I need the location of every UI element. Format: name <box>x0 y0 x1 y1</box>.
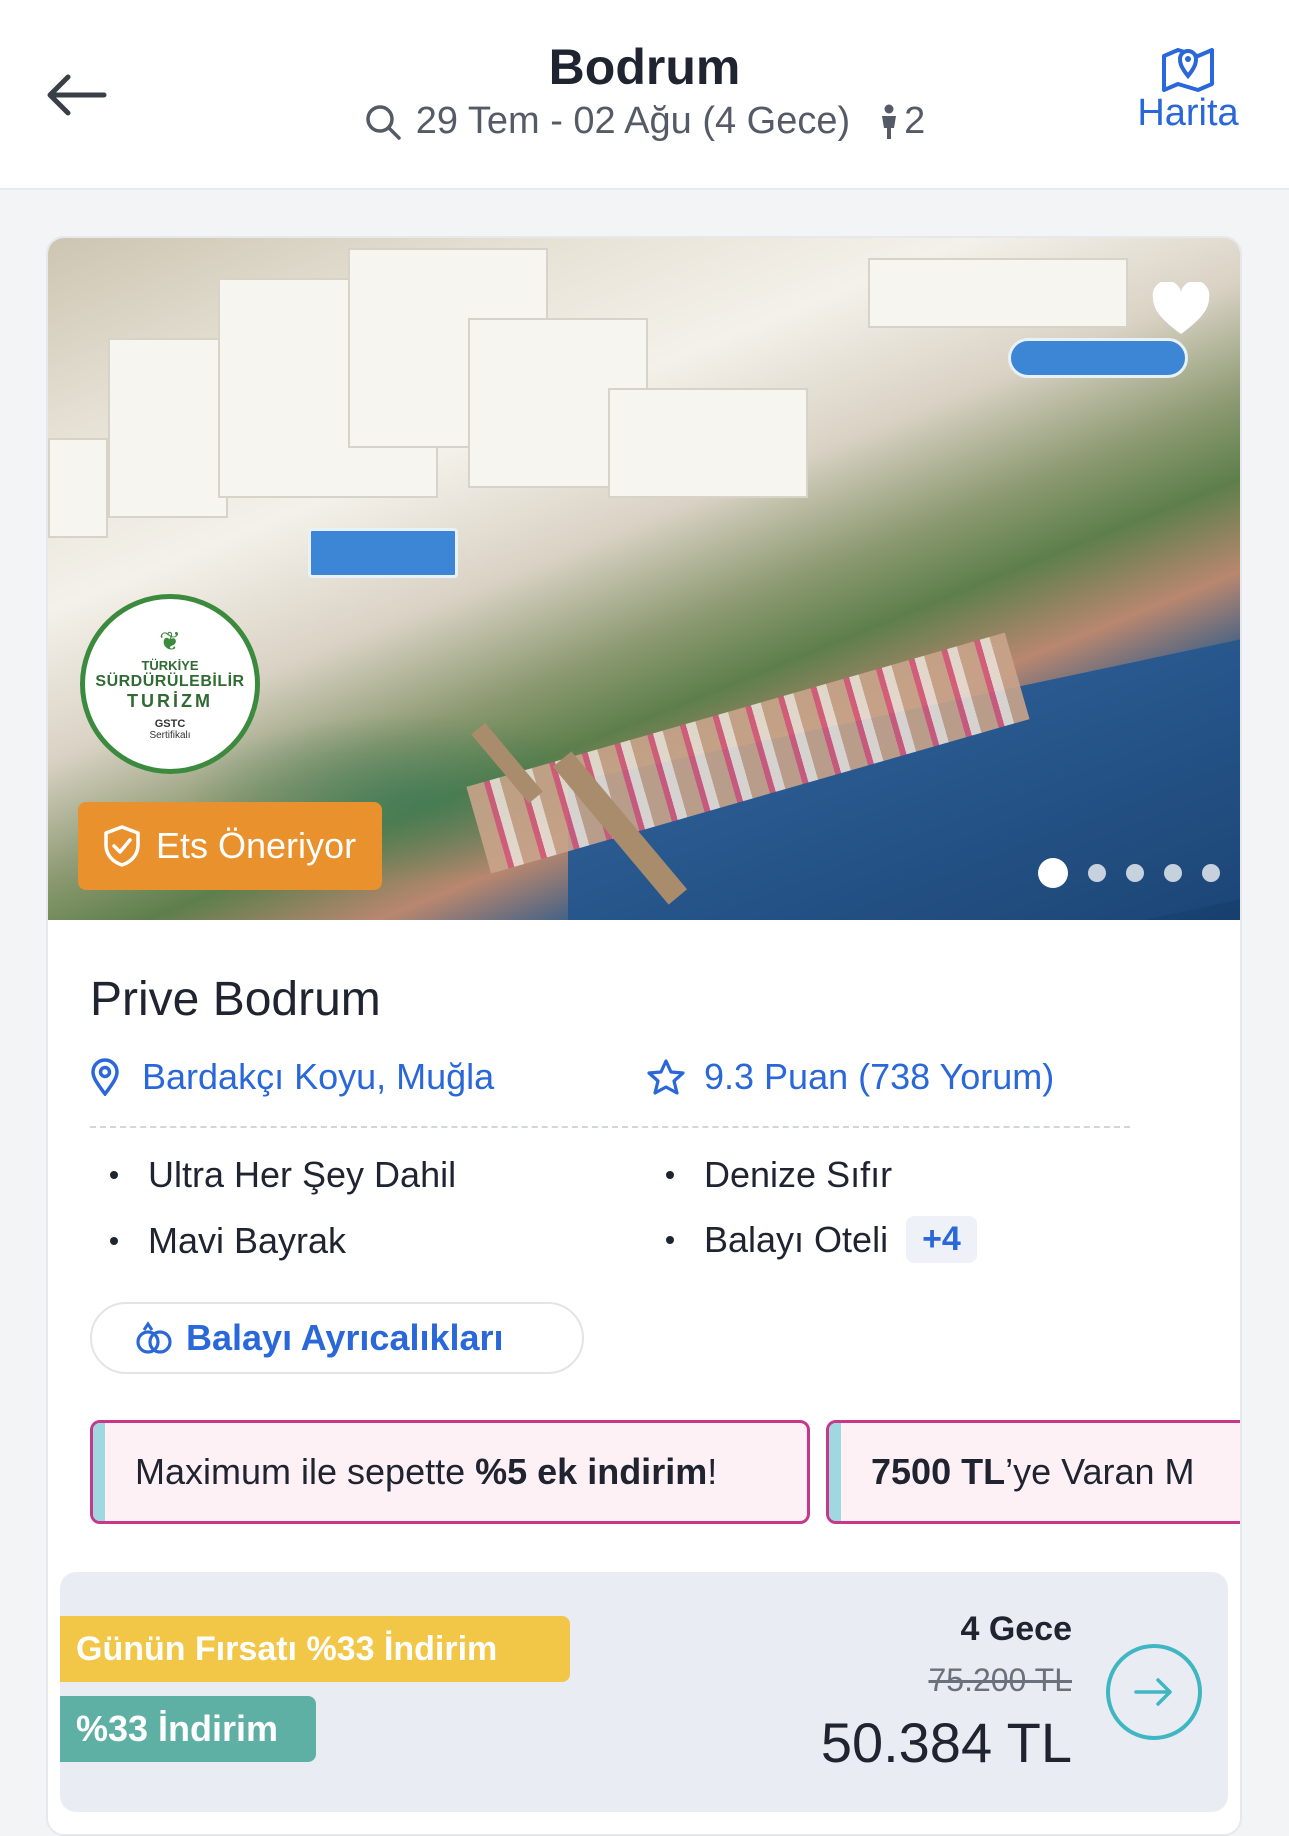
photo-carousel-dots <box>1038 858 1220 888</box>
more-features-badge[interactable]: +4 <box>906 1216 977 1263</box>
recommend-badge: Ets Öneriyor <box>78 802 383 890</box>
top-bar: Bodrum 29 Tem - 02 Ağu (4 Gece) 2 Harita <box>0 0 1289 190</box>
search-summary[interactable]: 29 Tem - 02 Ağu (4 Gece) 2 <box>0 100 1289 143</box>
guest-count: 2 <box>878 100 925 143</box>
map-pin-icon <box>1162 48 1214 92</box>
photo-building <box>108 338 228 518</box>
hotel-name[interactable]: Prive Bodrum <box>90 972 381 1027</box>
feature-label: Denize Sıfır <box>704 1154 893 1195</box>
photo-pool <box>1008 338 1188 378</box>
promo-highlight: %5 ek indirim <box>475 1451 708 1492</box>
location-label: Bardakçı Koyu, Muğla <box>142 1056 495 1097</box>
promo-carousel[interactable]: Maximum ile sepette %5 ek indirim! 7500 … <box>90 1420 1240 1528</box>
feature-item: Mavi Bayrak <box>110 1220 346 1262</box>
feature-label: Ultra Her Şey Dahil <box>148 1154 457 1195</box>
favorite-button[interactable] <box>1146 274 1216 344</box>
hotel-rating[interactable]: 9.3 Puan (738 Yorum) <box>646 1056 1054 1098</box>
carousel-dot[interactable] <box>1202 864 1220 882</box>
photo-pool <box>308 528 458 578</box>
honeymoon-label: Balayı Ayrıcalıkları <box>186 1317 504 1358</box>
badge-line: TURİZM <box>127 690 213 711</box>
discount-badge: %33 İndirim <box>60 1696 316 1762</box>
promo-text: ! <box>707 1451 718 1492</box>
person-icon <box>882 104 897 139</box>
page-title: Bodrum <box>548 39 741 95</box>
date-range: 29 Tem - 02 Ağu (4 Gece) <box>415 100 851 142</box>
promo-text: Maximum ile sepette <box>135 1451 476 1492</box>
guest-number: 2 <box>904 100 926 142</box>
carousel-dot[interactable] <box>1088 864 1106 882</box>
divider <box>90 1126 1130 1128</box>
badge-line: SÜRDÜRÜLEBİLİR <box>95 672 245 690</box>
honeymoon-privileges-button[interactable]: Balayı Ayrıcalıkları <box>90 1302 584 1374</box>
map-label: Harita <box>1137 92 1239 134</box>
photo-building <box>868 258 1128 328</box>
badge-line: GSTC <box>154 717 186 730</box>
feature-item: Ultra Her Şey Dahil <box>110 1154 456 1196</box>
recommend-label: Ets Öneriyor <box>156 825 357 866</box>
feature-label: Balayı Oteli <box>704 1218 889 1260</box>
star-icon <box>647 1059 685 1095</box>
feature-item: Balayı Oteli +4 <box>666 1216 977 1263</box>
carousel-dot[interactable] <box>1038 858 1068 888</box>
promo-card[interactable]: 7500 TL’ye Varan M <box>826 1420 1240 1524</box>
go-to-hotel-button[interactable] <box>1106 1644 1202 1740</box>
arrow-right-icon <box>1134 1678 1172 1706</box>
feature-item: Denize Sıfır <box>666 1154 892 1196</box>
map-button[interactable]: Harita <box>1123 42 1253 135</box>
carousel-dot[interactable] <box>1126 864 1144 882</box>
photo-building <box>48 438 108 538</box>
hotel-photo[interactable]: ❦ TÜRKİYE SÜRDÜRÜLEBİLİR TURİZM GSTC Ser… <box>48 238 1240 920</box>
current-price: 50.384 TL <box>820 1711 1072 1774</box>
old-price: 75.200 TL <box>928 1662 1072 1698</box>
shield-check-icon <box>104 825 140 867</box>
price-panel[interactable]: Günün Fırsatı %33 İndirim %33 İndirim 4 … <box>60 1572 1228 1812</box>
badge-line: Sertifikalı <box>149 729 191 741</box>
feature-label: Mavi Bayrak <box>148 1220 347 1261</box>
photo-building <box>608 388 808 498</box>
leaf-icon: ❦ <box>159 625 181 656</box>
promo-text: ’ye Varan M <box>1005 1451 1195 1492</box>
rings-icon <box>136 1321 172 1354</box>
hotel-card[interactable]: ❦ TÜRKİYE SÜRDÜRÜLEBİLİR TURİZM GSTC Ser… <box>46 236 1242 1836</box>
location-pin-icon <box>91 1058 119 1096</box>
night-count: 4 Gece <box>960 1610 1072 1648</box>
sustainability-badge: ❦ TÜRKİYE SÜRDÜRÜLEBİLİR TURİZM GSTC Ser… <box>80 594 260 774</box>
carousel-dot[interactable] <box>1164 864 1182 882</box>
deal-of-day-badge: Günün Fırsatı %33 İndirim <box>60 1616 570 1682</box>
search-icon <box>365 104 401 140</box>
promo-card[interactable]: Maximum ile sepette %5 ek indirim! <box>90 1420 810 1524</box>
rating-label: 9.3 Puan (738 Yorum) <box>704 1056 1055 1097</box>
hotel-location[interactable]: Bardakçı Koyu, Muğla <box>90 1056 494 1098</box>
badge-line: TÜRKİYE <box>141 657 199 673</box>
heart-icon <box>1152 282 1210 334</box>
promo-highlight: 7500 TL <box>871 1451 1006 1492</box>
